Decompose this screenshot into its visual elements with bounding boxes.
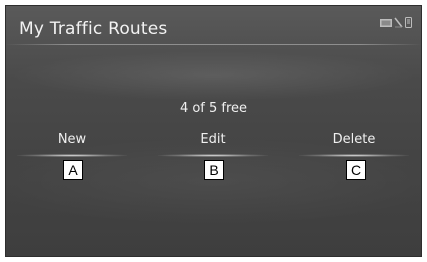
new-button-underline (17, 154, 127, 157)
page-title: My Traffic Routes (19, 19, 168, 39)
title-divider (5, 44, 422, 45)
callout-c: C (346, 160, 366, 180)
callout-a: A (63, 160, 83, 180)
callout-b: B (204, 160, 224, 180)
edit-route-button[interactable]: Edit (158, 130, 268, 157)
new-button-label[interactable]: New (17, 130, 127, 150)
signal-icon (380, 18, 392, 27)
delete-button-label[interactable]: Delete (299, 130, 409, 150)
traffic-routes-screen: My Traffic Routes 4 of 5 free New Edit D… (5, 5, 422, 257)
status-icons (380, 17, 412, 28)
phone-icon (405, 17, 412, 28)
no-connection-icon (394, 17, 403, 28)
new-route-button[interactable]: New (17, 130, 127, 157)
delete-button-underline (299, 154, 409, 157)
edit-button-underline (158, 154, 268, 157)
delete-route-button[interactable]: Delete (299, 130, 409, 157)
edit-button-label[interactable]: Edit (158, 130, 268, 150)
free-slots-status: 4 of 5 free (179, 101, 248, 116)
